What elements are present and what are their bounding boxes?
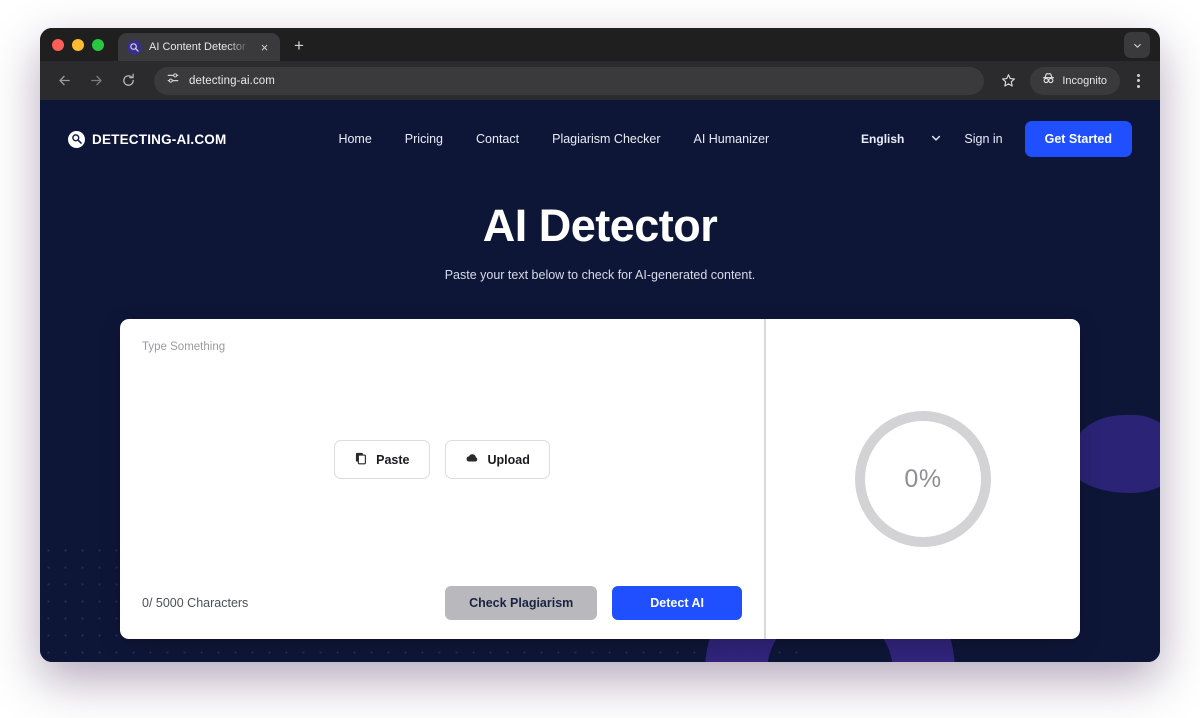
cloud-upload-icon [465,451,480,468]
page-viewport: DETECTING-AI.COM Home Pricing Contact Pl… [40,100,1160,662]
tune-icon[interactable] [166,71,180,90]
score-gauge: 0% [855,411,991,547]
minimize-window-button[interactable] [72,38,84,51]
incognito-indicator[interactable]: Incognito [1030,66,1120,95]
paste-button[interactable]: Paste [334,440,430,479]
sign-in-link[interactable]: Sign in [964,132,1002,146]
editor-placeholder[interactable]: Type Something [120,319,764,353]
detector-card: Type Something Paste Upload 0/ 5000 Char… [120,319,1080,639]
browser-toolbar: detecting-ai.com Incognito [40,61,1160,100]
clipboard-copy-icon [354,451,368,468]
editor-input-actions: Paste Upload [120,440,764,479]
forward-button[interactable] [82,67,110,95]
nav-item-home[interactable]: Home [338,132,371,146]
chevron-down-icon [930,132,942,147]
browser-tab-strip: AI Content Detector - Reliable × + [40,28,1160,61]
site-header: DETECTING-AI.COM Home Pricing Contact Pl… [40,100,1160,178]
site-logo-text: DETECTING-AI.COM [92,131,227,147]
new-tab-button[interactable]: + [294,37,304,54]
maximize-window-button[interactable] [92,38,104,51]
editor-panel: Type Something Paste Upload 0/ 5000 Char… [120,319,766,639]
browser-tab[interactable]: AI Content Detector - Reliable × [118,33,280,61]
magnifier-icon [68,130,85,148]
upload-button-label: Upload [487,452,530,467]
upload-button[interactable]: Upload [444,440,550,479]
incognito-icon [1041,71,1056,91]
main-navigation: Home Pricing Contact Plagiarism Checker … [338,132,769,146]
paste-button-label: Paste [376,452,410,467]
character-count: 0/ 5000 Characters [142,596,249,610]
magnifier-favicon [127,39,142,55]
address-bar[interactable]: detecting-ai.com [154,66,985,95]
address-bar-url: detecting-ai.com [189,74,275,87]
incognito-label: Incognito [1062,74,1107,87]
nav-item-pricing[interactable]: Pricing [405,132,443,146]
nav-item-contact[interactable]: Contact [476,132,519,146]
get-started-button[interactable]: Get Started [1024,121,1132,157]
page-subtitle: Paste your text below to check for AI-ge… [444,268,756,282]
page-title: AI Detector [482,200,718,251]
detect-ai-button[interactable]: Detect AI [612,586,742,620]
star-icon[interactable] [994,67,1022,95]
language-selected-value: English [861,132,905,146]
browser-tab-title: AI Content Detector - Reliable [149,41,250,53]
back-button[interactable] [50,67,78,95]
language-selector[interactable]: English [861,132,942,147]
hero-section: AI Detector Paste your text below to che… [40,178,1160,282]
nav-item-ai-humanizer[interactable]: AI Humanizer [693,132,769,146]
check-plagiarism-button[interactable]: Check Plagiarism [445,586,598,620]
editor-footer: 0/ 5000 Characters Check Plagiarism Dete… [120,567,764,639]
close-tab-button[interactable]: × [257,41,272,54]
purple-blob-decoration [1070,415,1160,493]
editor-footer-actions: Check Plagiarism Detect AI [445,586,742,620]
nav-item-plagiarism-checker[interactable]: Plagiarism Checker [552,132,660,146]
score-value: 0% [904,464,942,493]
chevron-down-icon[interactable] [1124,32,1150,58]
window-traffic-lights [52,28,118,61]
close-window-button[interactable] [52,38,64,51]
kebab-menu-icon[interactable] [1126,67,1150,95]
result-panel: 0% [766,319,1080,639]
browser-window: AI Content Detector - Reliable × + [40,28,1160,662]
reload-button[interactable] [114,67,142,95]
header-actions: English Sign in Get Started [861,121,1132,157]
site-logo[interactable]: DETECTING-AI.COM [68,130,227,148]
